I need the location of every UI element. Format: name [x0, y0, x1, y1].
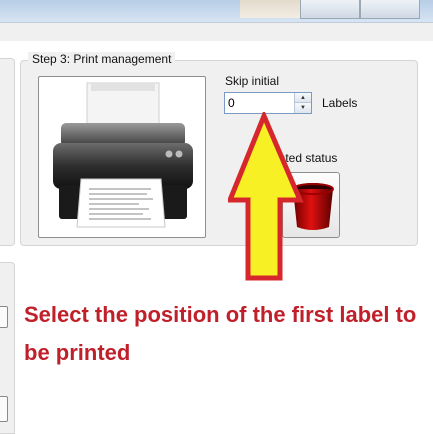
labels-unit: Labels — [322, 96, 358, 110]
titlebar-button[interactable] — [360, 0, 420, 19]
skip-initial-label: Skip initial — [225, 74, 280, 88]
left-control[interactable] — [0, 306, 8, 328]
skip-initial-value[interactable]: 0 — [228, 96, 235, 110]
left-panel-top — [0, 58, 15, 246]
left-control[interactable] — [0, 396, 8, 422]
stepper-arrows[interactable]: ▲ ▼ — [294, 93, 311, 113]
header-divider — [0, 22, 433, 41]
titlebar-button[interactable] — [300, 0, 360, 19]
printer-icon — [53, 82, 193, 228]
skip-initial-stepper[interactable]: 0 ▲ ▼ — [224, 92, 312, 114]
print-button[interactable] — [38, 76, 206, 238]
group-title: Step 3: Print management — [28, 52, 176, 66]
window-top-strip — [0, 0, 433, 22]
up-arrow-icon — [228, 112, 304, 281]
instruction-annotation: Select the position of the first label t… — [24, 302, 417, 365]
spin-up-icon[interactable]: ▲ — [295, 93, 311, 103]
